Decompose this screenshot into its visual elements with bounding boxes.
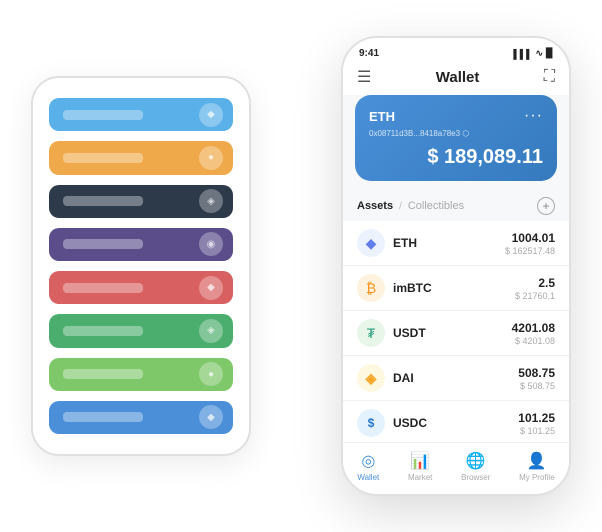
eth-card[interactable]: ETH ··· 0x08711d3B...8418a78e3 ⬡ $ 189,0… bbox=[355, 95, 557, 181]
card-icon-3: ◈ bbox=[199, 189, 223, 213]
browser-nav-label: Browser bbox=[461, 473, 490, 482]
card-icon-8: ◆ bbox=[199, 405, 223, 429]
menu-icon[interactable]: ☰ bbox=[357, 67, 371, 87]
bottom-nav: ◎ Wallet 📊 Market 🌐 Browser 👤 My Profile bbox=[343, 442, 569, 494]
phone-front: 9:41 ▌▌▌ ∿ ▉ ☰ Wallet ⛶ ETH ··· 0x08711d… bbox=[341, 36, 571, 496]
card-label-2 bbox=[63, 153, 143, 163]
card-icon-6: ◈ bbox=[199, 319, 223, 343]
asset-icon-eth: ◆ bbox=[357, 229, 385, 257]
card-row-5[interactable]: ◆ bbox=[49, 271, 233, 304]
market-nav-label: Market bbox=[408, 473, 432, 482]
card-label-5 bbox=[63, 283, 143, 293]
asset-amount-usdt: 4201.08 bbox=[512, 321, 555, 335]
eth-balance: $ 189,089.11 bbox=[369, 146, 543, 169]
card-row-8[interactable]: ◆ bbox=[49, 401, 233, 434]
asset-amount-eth: 1004.01 bbox=[505, 231, 555, 245]
asset-name-usdt: USDT bbox=[393, 326, 512, 340]
phone-back: ◆ ● ◈ ◉ ◆ ◈ ● ◆ bbox=[31, 76, 251, 456]
scene: ◆ ● ◈ ◉ ◆ ◈ ● ◆ bbox=[11, 11, 591, 521]
asset-usd-imbtc: $ 21760.1 bbox=[515, 291, 555, 301]
card-row-4[interactable]: ◉ bbox=[49, 228, 233, 261]
assets-tabs: Assets / Collectibles bbox=[357, 200, 464, 212]
wallet-nav-icon: ◎ bbox=[361, 451, 375, 471]
asset-values-usdt: 4201.08 $ 4201.08 bbox=[512, 321, 555, 346]
asset-amount-imbtc: 2.5 bbox=[515, 276, 555, 290]
asset-icon-usdt: ₮ bbox=[357, 319, 385, 347]
asset-amount-usdc: 101.25 bbox=[518, 411, 555, 425]
asset-name-eth: ETH bbox=[393, 236, 505, 250]
asset-name-usdc: USDC bbox=[393, 416, 518, 430]
status-icons: ▌▌▌ ∿ ▉ bbox=[513, 48, 553, 59]
card-row-3[interactable]: ◈ bbox=[49, 185, 233, 218]
card-label-7 bbox=[63, 369, 143, 379]
top-nav: ☰ Wallet ⛶ bbox=[343, 63, 569, 95]
eth-card-label: ETH bbox=[369, 109, 395, 124]
asset-usd-usdt: $ 4201.08 bbox=[512, 336, 555, 346]
asset-icon-dai: ◈ bbox=[357, 364, 385, 392]
nav-item-market[interactable]: 📊 Market bbox=[408, 451, 432, 482]
asset-item-eth[interactable]: ◆ ETH 1004.01 $ 162517.48 bbox=[343, 221, 569, 266]
nav-item-profile[interactable]: 👤 My Profile bbox=[519, 451, 555, 482]
card-icon-5: ◆ bbox=[199, 276, 223, 300]
asset-list: ◆ ETH 1004.01 $ 162517.48 ₿ imBTC 2.5 $ … bbox=[343, 221, 569, 442]
card-icon-1: ◆ bbox=[199, 103, 223, 127]
wifi-icon: ∿ bbox=[536, 48, 544, 59]
asset-usd-dai: $ 508.75 bbox=[518, 381, 555, 391]
eth-card-top: ETH ··· bbox=[369, 107, 543, 125]
card-label-4 bbox=[63, 239, 143, 249]
card-icon-2: ● bbox=[199, 146, 223, 170]
expand-icon[interactable]: ⛶ bbox=[544, 68, 555, 86]
profile-nav-label: My Profile bbox=[519, 473, 555, 482]
card-row-7[interactable]: ● bbox=[49, 358, 233, 391]
page-title: Wallet bbox=[436, 69, 480, 86]
asset-values-dai: 508.75 $ 508.75 bbox=[518, 366, 555, 391]
card-icon-4: ◉ bbox=[199, 232, 223, 256]
asset-item-usdt[interactable]: ₮ USDT 4201.08 $ 4201.08 bbox=[343, 311, 569, 356]
add-asset-button[interactable]: + bbox=[537, 197, 555, 215]
battery-icon: ▉ bbox=[546, 48, 553, 59]
nav-item-wallet[interactable]: ◎ Wallet bbox=[357, 451, 379, 482]
tab-collectibles[interactable]: Collectibles bbox=[408, 200, 464, 212]
card-label-6 bbox=[63, 326, 143, 336]
profile-nav-icon: 👤 bbox=[527, 451, 547, 471]
card-label-8 bbox=[63, 412, 143, 422]
tab-divider: / bbox=[399, 201, 402, 212]
asset-values-usdc: 101.25 $ 101.25 bbox=[518, 411, 555, 436]
asset-name-dai: DAI bbox=[393, 371, 518, 385]
asset-icon-usdc: $ bbox=[357, 409, 385, 437]
card-icon-7: ● bbox=[199, 362, 223, 386]
asset-amount-dai: 508.75 bbox=[518, 366, 555, 380]
card-row-1[interactable]: ◆ bbox=[49, 98, 233, 131]
wallet-nav-label: Wallet bbox=[357, 473, 379, 482]
asset-usd-usdc: $ 101.25 bbox=[518, 426, 555, 436]
signal-icon: ▌▌▌ bbox=[513, 49, 532, 59]
eth-card-dots[interactable]: ··· bbox=[524, 107, 543, 125]
card-label-1 bbox=[63, 110, 143, 120]
asset-usd-eth: $ 162517.48 bbox=[505, 246, 555, 256]
asset-values-imbtc: 2.5 $ 21760.1 bbox=[515, 276, 555, 301]
asset-item-usdc[interactable]: $ USDC 101.25 $ 101.25 bbox=[343, 401, 569, 442]
nav-item-browser[interactable]: 🌐 Browser bbox=[461, 451, 490, 482]
asset-name-imbtc: imBTC bbox=[393, 281, 515, 295]
status-bar: 9:41 ▌▌▌ ∿ ▉ bbox=[343, 38, 569, 63]
assets-header: Assets / Collectibles + bbox=[343, 191, 569, 221]
browser-nav-icon: 🌐 bbox=[466, 451, 486, 471]
eth-address: 0x08711d3B...8418a78e3 ⬡ bbox=[369, 129, 543, 138]
asset-item-imbtc[interactable]: ₿ imBTC 2.5 $ 21760.1 bbox=[343, 266, 569, 311]
status-time: 9:41 bbox=[359, 48, 379, 59]
asset-values-eth: 1004.01 $ 162517.48 bbox=[505, 231, 555, 256]
card-row-2[interactable]: ● bbox=[49, 141, 233, 174]
asset-item-dai[interactable]: ◈ DAI 508.75 $ 508.75 bbox=[343, 356, 569, 401]
card-row-6[interactable]: ◈ bbox=[49, 314, 233, 347]
card-label-3 bbox=[63, 196, 143, 206]
market-nav-icon: 📊 bbox=[410, 451, 430, 471]
tab-assets[interactable]: Assets bbox=[357, 200, 393, 212]
asset-icon-imbtc: ₿ bbox=[357, 274, 385, 302]
